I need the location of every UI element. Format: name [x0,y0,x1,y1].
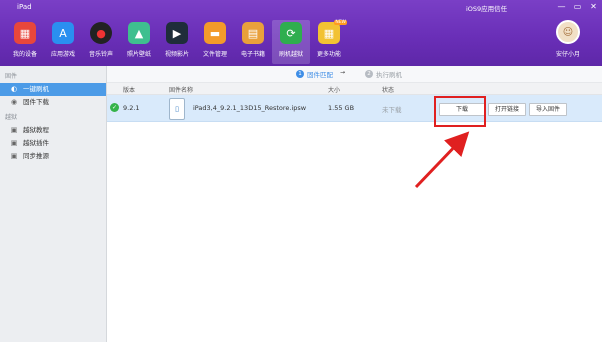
annotation-arrow-line [414,131,470,189]
annotation-arrow [414,131,470,189]
